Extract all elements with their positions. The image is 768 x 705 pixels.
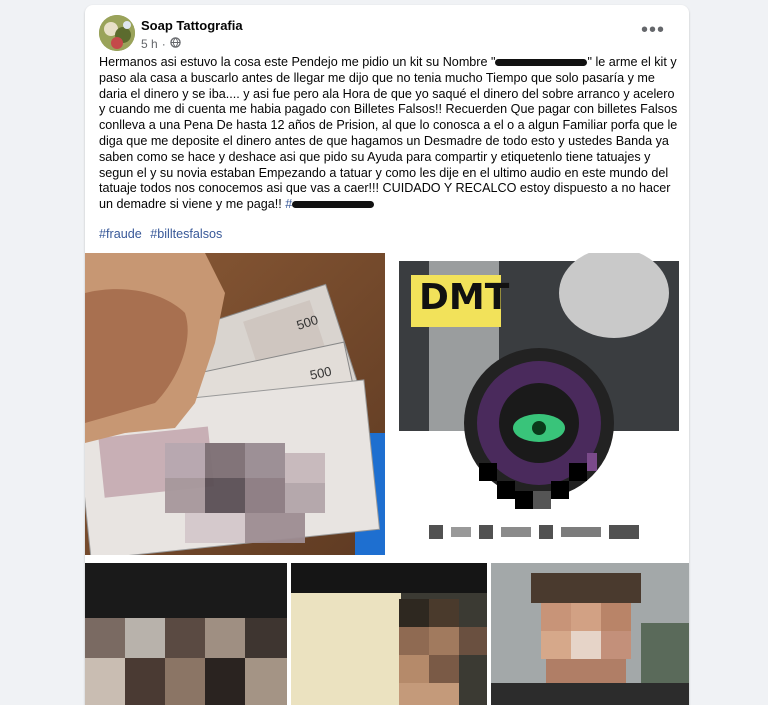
author-avatar[interactable] <box>99 15 135 51</box>
post-time[interactable]: 5 h <box>141 37 158 51</box>
redacted-hashtag <box>292 201 375 209</box>
photo-banknotes[interactable]: 500 500 Banco de <box>85 253 385 555</box>
hashtag-row: #fraude #billtesfalsos <box>99 227 227 241</box>
author-name[interactable]: Soap Tattografia <box>141 18 243 33</box>
meta-separator: · <box>161 37 166 51</box>
post-header: Soap Tattografia 5 h · ••• <box>99 15 677 55</box>
hashtag-billtesfalsos[interactable]: #billtesfalsos <box>150 227 222 241</box>
photo-blurred-group[interactable] <box>85 563 287 705</box>
post-body: Hermanos asi estuvo la cosa este Pendejo… <box>99 55 679 213</box>
post-card: Soap Tattografia 5 h · ••• Hermanos asi … <box>85 5 689 705</box>
globe-icon[interactable] <box>169 37 181 51</box>
post-text-part-1: Hermanos asi estuvo la cosa este Pendejo… <box>99 55 496 69</box>
hashtag-fraude[interactable]: #fraude <box>99 227 142 241</box>
more-options-icon[interactable]: ••• <box>639 20 667 43</box>
dmt-label: DMT <box>419 277 510 318</box>
photo-blurred-portrait[interactable] <box>491 563 689 705</box>
photo-blurred-face[interactable] <box>291 563 487 705</box>
redacted-name <box>495 59 588 67</box>
post-meta: 5 h · <box>141 37 181 51</box>
post-hashtag-hidden[interactable]: # <box>285 197 292 211</box>
post-text-part-2: " le arme el kit y paso ala casa a busca… <box>99 55 678 212</box>
photo-dmt-logo[interactable]: DMT <box>389 253 689 563</box>
